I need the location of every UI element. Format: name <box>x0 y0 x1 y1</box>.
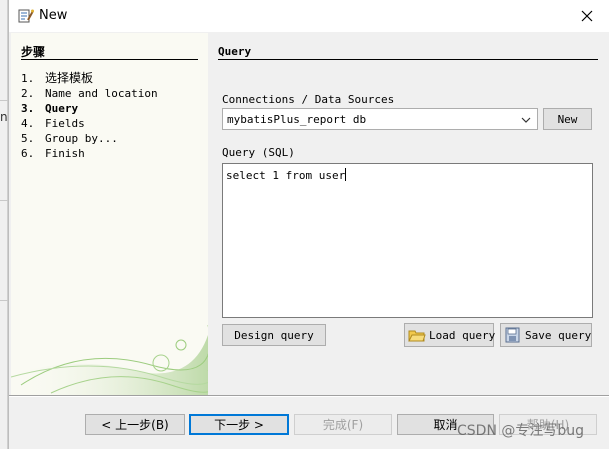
new-connection-button[interactable]: New <box>543 108 592 130</box>
title-bar[interactable]: New <box>9 0 609 32</box>
save-query-button[interactable]: Save query <box>500 323 592 347</box>
step-item: 1. 选择模板 <box>21 71 94 85</box>
design-query-button[interactable]: Design query <box>222 324 326 346</box>
next-button[interactable]: 下一步 > <box>189 414 289 435</box>
background-line <box>0 200 8 201</box>
steps-panel: 步骤 1. 选择模板 2. Name and location 3. Query 4.… <box>11 33 208 395</box>
connection-select[interactable]: mybatisPlus_report db <box>222 108 538 130</box>
window-title: New <box>39 8 68 23</box>
query-panel: Query Connections / Data Sources mybatis… <box>208 33 609 395</box>
report-wizard-icon <box>18 9 34 23</box>
background-window: na <box>0 0 15 449</box>
close-icon <box>581 10 593 22</box>
previous-button[interactable]: < 上一步(B) <box>85 414 185 435</box>
connection-value: mybatisPlus_report db <box>227 112 367 126</box>
sql-text: select 1 from user <box>226 169 346 182</box>
close-button[interactable] <box>564 0 609 32</box>
save-query-label: Save query <box>525 328 592 342</box>
step-item: 4. Fields <box>21 117 85 130</box>
step-item: 6. Finish <box>21 147 85 160</box>
divider <box>21 59 198 60</box>
divider <box>218 59 598 60</box>
section-title: Query <box>218 45 252 58</box>
divider <box>9 396 609 397</box>
steps-list: 1. 选择模板 2. Name and location 3. Query 4. Fie… <box>21 71 158 161</box>
sql-label: Query (SQL) <box>222 146 295 159</box>
sql-editor[interactable]: select 1 from user <box>222 163 593 318</box>
step-item-active: 3. Query <box>21 102 79 115</box>
text-caret <box>345 168 347 181</box>
step-item: 2. Name and location <box>21 87 158 100</box>
connections-label: Connections / Data Sources <box>222 93 395 106</box>
decorative-swirl-image <box>11 325 208 395</box>
load-query-button[interactable]: Load query <box>404 323 496 347</box>
chevron-down-icon <box>521 117 531 123</box>
background-line <box>0 100 8 101</box>
load-query-label: Load query <box>429 328 496 342</box>
folder-open-icon <box>408 330 426 342</box>
new-report-dialog: New 步骤 1. 选择模板 2. Name and location 3. Quer… <box>8 0 609 449</box>
step-item: 5. Group by... <box>21 132 118 145</box>
finish-button[interactable]: 完成(F) <box>294 414 392 435</box>
background-line <box>0 300 8 301</box>
steps-title: 步骤 <box>21 45 46 59</box>
save-icon <box>505 327 520 343</box>
watermark: CSDN @专注写bug <box>457 423 585 439</box>
